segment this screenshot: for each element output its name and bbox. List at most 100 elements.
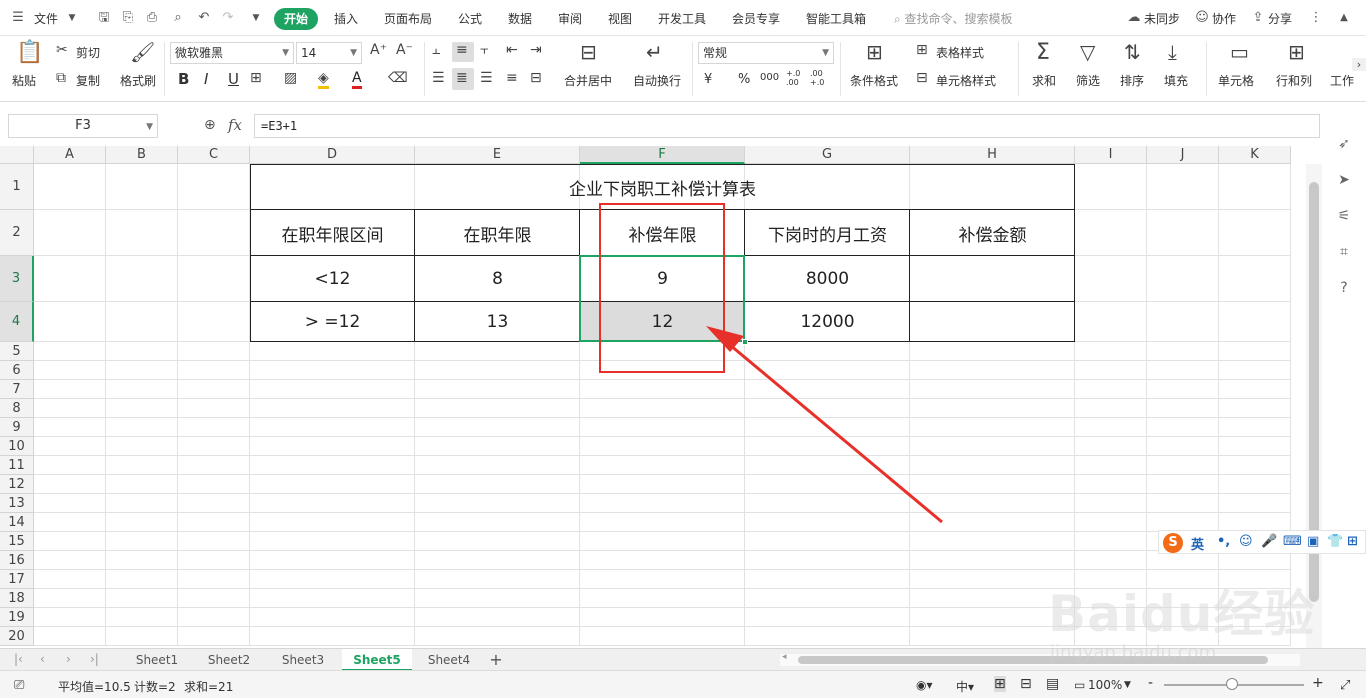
collapse-ribbon-icon[interactable]: ▲ [1336, 10, 1352, 26]
normal-view-icon[interactable]: ⊞ [994, 676, 1006, 692]
row-header-20[interactable]: 20 [0, 627, 34, 646]
header-cell[interactable]: 补偿年限 [580, 210, 745, 256]
paste-icon[interactable]: 📋 [16, 40, 43, 65]
microphone-icon[interactable]: 🎤 [1261, 534, 1277, 549]
page-layout-view-icon[interactable]: ▤ [1046, 676, 1059, 692]
paste-button[interactable]: 粘贴 [12, 72, 36, 89]
align-left-icon[interactable]: ☰ [432, 70, 445, 86]
cell-button[interactable]: 单元格 [1218, 72, 1254, 89]
currency-button[interactable]: ¥ [704, 72, 712, 87]
sheet-tab-3[interactable]: Sheet3 [270, 649, 336, 671]
align-bottom-icon[interactable]: ⫟ [480, 42, 488, 58]
row-header-2[interactable]: 2 [0, 210, 34, 256]
row-header-15[interactable]: 15 [0, 532, 34, 551]
fullscreen-icon[interactable]: ⤢ [1340, 678, 1350, 693]
share-icon[interactable]: ⇪ [1250, 10, 1266, 26]
tab-review[interactable]: 审阅 [558, 10, 582, 27]
sheet-tab-4[interactable]: Sheet4 [416, 649, 482, 671]
chevron-down-icon[interactable]: ▼ [64, 10, 80, 26]
tab-developer[interactable]: 开发工具 [658, 10, 706, 27]
horizontal-scrollbar[interactable]: ◂ [780, 652, 1300, 666]
sort-button[interactable]: 排序 [1120, 72, 1144, 89]
fill-color-icon[interactable]: ◈ [318, 70, 329, 89]
tab-insert[interactable]: 插入 [334, 10, 358, 27]
sync-status[interactable]: 未同步 [1144, 10, 1180, 27]
punctuation-icon[interactable]: •, [1217, 534, 1230, 549]
column-header-a[interactable]: A [34, 146, 106, 164]
merge-cells-icon[interactable]: ⊟ [580, 40, 597, 64]
emoji-icon[interactable]: ☺ [1239, 534, 1253, 549]
row-header-10[interactable]: 10 [0, 437, 34, 456]
row-header-5[interactable]: 5 [0, 342, 34, 361]
data-cell[interactable]: 8000 [745, 256, 910, 302]
column-header-j[interactable]: J [1147, 146, 1219, 164]
zoom-formula-icon[interactable]: ⊕ [204, 117, 216, 133]
reading-mode-icon[interactable]: ▭ [1074, 678, 1085, 692]
cell-style-icon[interactable]: ⊟ [916, 70, 928, 86]
header-cell[interactable]: 在职年限区间 [250, 210, 415, 256]
sheet-tab-1[interactable]: Sheet1 [124, 649, 190, 671]
scroll-left-icon[interactable]: ◂ [782, 652, 787, 662]
collab-button[interactable]: 协作 [1212, 10, 1236, 27]
row-header-13[interactable]: 13 [0, 494, 34, 513]
share-button[interactable]: 分享 [1268, 10, 1292, 27]
sliders-icon[interactable]: ⚟ [1334, 208, 1354, 228]
sum-button[interactable]: 求和 [1032, 72, 1056, 89]
customize-chevron-icon[interactable]: ▼ [248, 10, 264, 26]
conditional-format-icon[interactable]: ⊞ [866, 40, 883, 64]
font-color-icon[interactable]: A [352, 70, 362, 89]
collab-icon[interactable]: ☺ [1194, 10, 1210, 26]
font-name-select[interactable]: 微软雅黑 ▼ [170, 42, 294, 64]
column-header-k[interactable]: K [1219, 146, 1291, 164]
header-cell[interactable]: 在职年限 [415, 210, 580, 256]
add-sheet-button[interactable]: + [484, 649, 508, 671]
column-header-h[interactable]: H [910, 146, 1075, 164]
worksheet-button[interactable]: 工作 [1330, 72, 1354, 89]
indent-decrease-icon[interactable]: ⇤ [506, 42, 518, 58]
number-format-select[interactable]: 常规 ▼ [698, 42, 834, 64]
fill-handle[interactable] [742, 339, 748, 345]
italic-button[interactable]: I [204, 70, 208, 88]
thousands-button[interactable]: 000 [760, 72, 779, 83]
row-col-icon[interactable]: ⊞ [1288, 40, 1305, 64]
tab-view[interactable]: 视图 [608, 10, 632, 27]
align-right-icon[interactable]: ☰ [480, 70, 493, 86]
sogou-logo-icon[interactable]: S [1163, 533, 1183, 553]
row-header-6[interactable]: 6 [0, 361, 34, 380]
data-cell[interactable]: 13 [415, 302, 580, 342]
copy-icon[interactable]: ⧉ [56, 70, 66, 86]
column-header-e[interactable]: E [415, 146, 580, 164]
first-sheet-icon[interactable]: |‹ [14, 652, 23, 666]
horizontal-scroll-thumb[interactable] [798, 656, 1268, 664]
table-style-icon[interactable]: ⊞ [916, 42, 928, 58]
copy-button[interactable]: 复制 [76, 72, 100, 89]
align-top-icon[interactable]: ⫠ [432, 42, 440, 58]
header-cell[interactable]: 补偿金额 [910, 210, 1075, 256]
data-cell[interactable]: 8 [415, 256, 580, 302]
formula-input[interactable]: =E3+1 [254, 114, 1320, 138]
save-icon[interactable]: 🖫 [96, 10, 112, 26]
zoom-chevron-icon[interactable]: ▼ [1124, 680, 1131, 690]
row-header-19[interactable]: 19 [0, 608, 34, 627]
cloud-icon[interactable]: ☁ [1126, 10, 1142, 26]
indent-increase-icon[interactable]: ⇥ [530, 42, 542, 58]
justify-icon[interactable]: ≡ [506, 70, 518, 86]
help-icon[interactable]: ? [1334, 280, 1354, 300]
command-search[interactable]: ⌕ 查找命令、搜索模板 [894, 10, 1013, 27]
page-break-view-icon[interactable]: ⊟ [1020, 676, 1032, 692]
sheet-tab-2[interactable]: Sheet2 [196, 649, 262, 671]
percent-button[interactable]: % [738, 72, 750, 87]
sort-icon[interactable]: ⇅ [1124, 40, 1141, 64]
keyboard-icon[interactable]: ⌨ [1283, 534, 1302, 549]
name-box[interactable]: F3 ▼ [8, 114, 158, 138]
column-header-g[interactable]: G [745, 146, 910, 164]
vertical-scrollbar[interactable] [1306, 164, 1322, 648]
row-header-9[interactable]: 9 [0, 418, 34, 437]
distribute-icon[interactable]: ⊟ [530, 70, 542, 86]
conditional-format-button[interactable]: 条件格式 [850, 72, 898, 89]
redo-icon[interactable]: ↷ [220, 10, 236, 26]
sum-icon[interactable]: Σ [1036, 40, 1050, 65]
row-header-16[interactable]: 16 [0, 551, 34, 570]
fill-icon[interactable]: ⤓ [1168, 40, 1177, 64]
tab-formulas[interactable]: 公式 [458, 10, 482, 27]
